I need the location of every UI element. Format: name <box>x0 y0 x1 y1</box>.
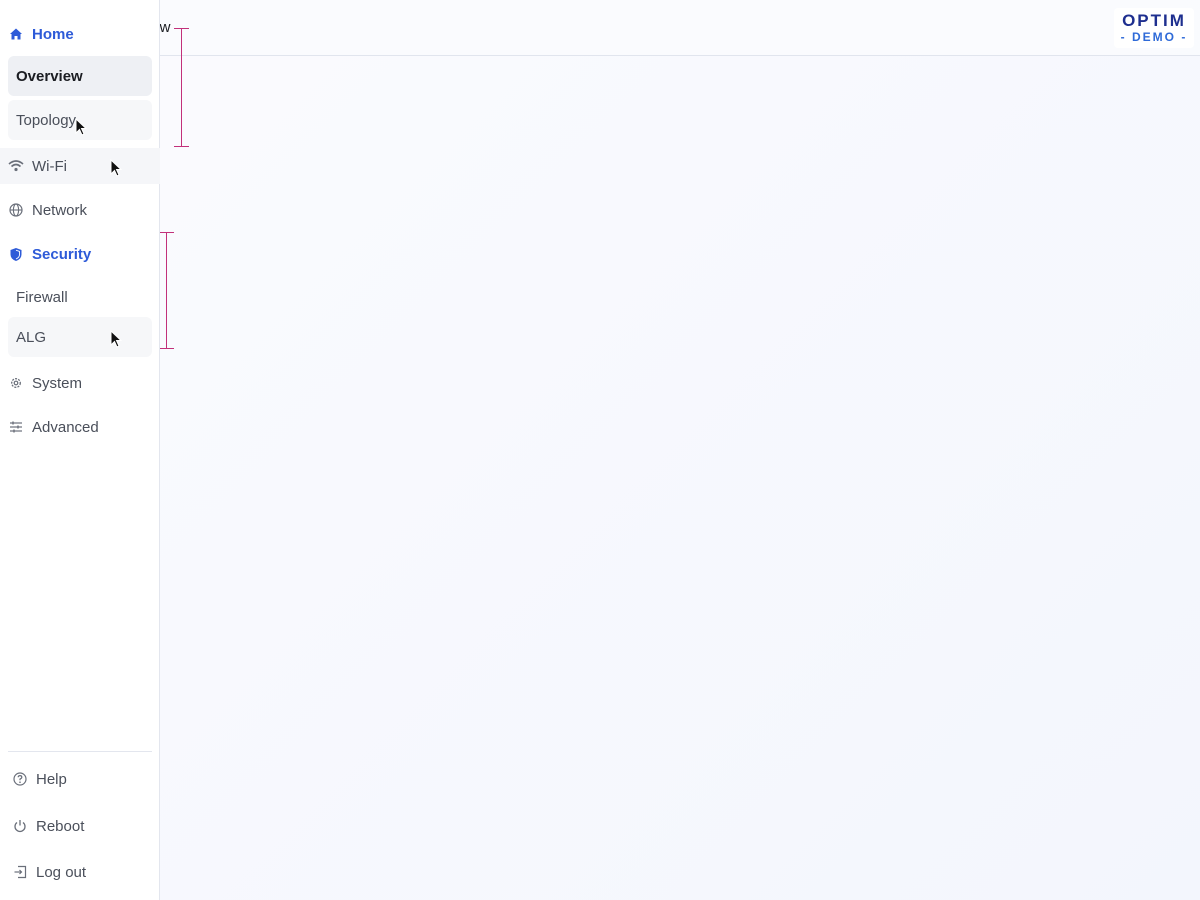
shield-icon <box>8 246 24 262</box>
sidebar-item-label: System <box>32 374 83 392</box>
gear-icon <box>8 375 24 391</box>
sidebar-subitem-firewall[interactable]: Firewall <box>8 277 152 317</box>
reboot-button[interactable]: Reboot <box>8 808 152 844</box>
sidebar-subitem-overview[interactable]: Overview <box>8 56 152 96</box>
sidebar-item-label: Advanced <box>32 418 99 436</box>
sliders-icon <box>8 419 24 435</box>
sidebar-subitem-label: Topology <box>16 111 77 129</box>
help-button[interactable]: Help <box>8 761 152 797</box>
logout-label: Log out <box>36 863 87 881</box>
mouse-cursor-icon <box>110 159 122 177</box>
sidebar-item-wifi[interactable]: Wi-Fi <box>0 148 160 184</box>
sidebar-item-label: Home <box>32 25 74 43</box>
logo-text: OPTIM <box>1122 11 1186 30</box>
sidebar-item-label: Wi-Fi <box>32 157 67 175</box>
sidebar-subitem-label: Overview <box>16 67 83 85</box>
globe-icon <box>8 202 24 218</box>
logout-icon <box>12 864 28 880</box>
home-icon <box>8 26 24 42</box>
reboot-label: Reboot <box>36 817 85 835</box>
sidebar-item-advanced[interactable]: Advanced <box>0 409 160 445</box>
sidebar-item-network[interactable]: Network <box>0 192 160 228</box>
mouse-cursor-icon <box>110 330 122 348</box>
help-circle-icon <box>12 771 28 787</box>
sidebar-item-label: Security <box>32 245 92 263</box>
sidebar-subitem-label: Firewall <box>16 288 68 306</box>
logout-button[interactable]: Log out <box>8 854 152 890</box>
sidebar-item-home[interactable]: Home <box>0 16 160 52</box>
power-icon <box>12 818 28 834</box>
logo-subtext: - DEMO - <box>1120 30 1188 44</box>
sidebar-subitem-alg[interactable]: ALG <box>8 317 152 357</box>
sidebar-item-label: Network <box>32 201 88 219</box>
help-label: Help <box>36 770 67 788</box>
sidebar-divider <box>8 751 152 752</box>
wifi-icon <box>8 158 24 174</box>
brand-logo: OPTIM - DEMO - <box>1114 8 1194 48</box>
sidebar-subitem-label: ALG <box>16 328 47 346</box>
mouse-cursor-icon <box>75 118 87 136</box>
sidebar-item-system[interactable]: System <box>0 365 160 401</box>
sidebar-item-security[interactable]: Security <box>0 236 160 272</box>
